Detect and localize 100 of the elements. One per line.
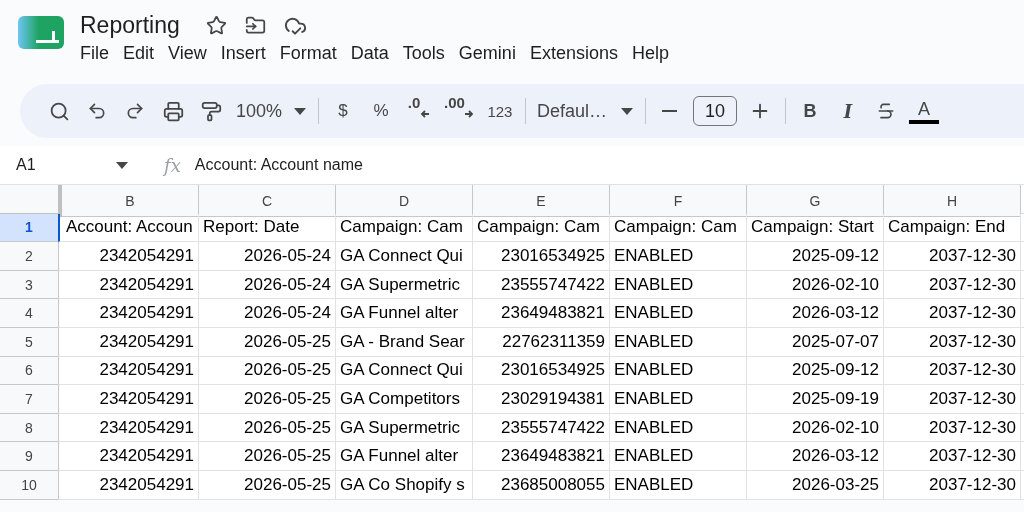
table-cell: 2342054291 bbox=[62, 299, 199, 328]
table-cell: 2026-05-25 bbox=[199, 413, 336, 443]
currency-button[interactable]: $ bbox=[328, 94, 359, 128]
italic-button[interactable]: I bbox=[832, 94, 863, 128]
table-cell: ENABLED bbox=[610, 327, 747, 357]
table-cell: 2025-09-12 bbox=[747, 356, 884, 386]
table-cell: ENABLED bbox=[610, 299, 747, 328]
table-cell: 22762311359 bbox=[473, 327, 610, 357]
printer-icon bbox=[162, 100, 184, 122]
table-cell: 2026-05-24 bbox=[199, 270, 336, 300]
table-cell: ENABLED bbox=[610, 385, 747, 414]
row-header[interactable]: 10 bbox=[0, 470, 58, 500]
table-cell: 2026-05-25 bbox=[199, 327, 336, 357]
table-cell: 2026-03-25 bbox=[747, 470, 884, 500]
header-cell: Campaign: Cam bbox=[473, 213, 610, 243]
table-cell: 2025-09-12 bbox=[747, 242, 884, 271]
minus-icon bbox=[662, 110, 678, 112]
percent-button[interactable]: % bbox=[366, 94, 397, 128]
table-cell: 2037-12-30 bbox=[884, 327, 1021, 357]
row-header[interactable]: 9 bbox=[0, 442, 58, 471]
caret-icon bbox=[294, 107, 307, 115]
table-cell: 2026-03-12 bbox=[747, 299, 884, 328]
text-color-button[interactable]: A bbox=[908, 98, 939, 124]
row-header[interactable]: 6 bbox=[0, 356, 58, 386]
column-header[interactable]: E bbox=[473, 185, 610, 217]
table-cell: 2037-12-30 bbox=[884, 385, 1021, 414]
star-icon[interactable] bbox=[205, 15, 227, 36]
table-cell: ENABLED bbox=[610, 356, 747, 386]
menu-item[interactable]: Help bbox=[624, 41, 676, 66]
undo-icon bbox=[87, 101, 107, 121]
row-header[interactable]: 4 bbox=[0, 299, 58, 328]
function-icon: fx bbox=[164, 154, 181, 176]
table-cell: 23685008055 bbox=[473, 470, 610, 500]
table-cell: GA Funnel alter bbox=[336, 299, 473, 328]
number-format-button[interactable]: 123 bbox=[484, 94, 515, 128]
header-cell: Campaign: Start bbox=[747, 213, 884, 243]
table-cell: 2342054291 bbox=[62, 242, 199, 271]
bold-button[interactable]: B bbox=[794, 94, 825, 128]
table-cell: ENABLED bbox=[610, 413, 747, 443]
header-cell: Campaign: Cam bbox=[336, 213, 473, 243]
name-box[interactable]: A1 bbox=[0, 156, 116, 174]
row-header[interactable]: 3 bbox=[0, 270, 58, 300]
table-cell: 2037-12-30 bbox=[884, 470, 1021, 500]
table-cell: 2026-05-24 bbox=[199, 299, 336, 328]
table-cell: GA Funnel alter bbox=[336, 442, 473, 471]
paint-roller-icon bbox=[200, 100, 222, 122]
folder-icon[interactable] bbox=[244, 15, 266, 36]
formula-field[interactable]: Account: Account name bbox=[194, 156, 363, 174]
table-cell: 2026-05-25 bbox=[199, 385, 336, 414]
menu-item[interactable]: Insert bbox=[213, 41, 273, 66]
name-box-caret-icon bbox=[116, 161, 128, 169]
right-arrow-icon bbox=[464, 110, 475, 118]
search-icon bbox=[48, 100, 70, 122]
column-header[interactable]: H bbox=[884, 185, 1021, 217]
increase-decimals-button[interactable]: .00 bbox=[442, 94, 477, 128]
header-cell: Campaign: Cam bbox=[610, 213, 747, 243]
menu-item[interactable]: Edit bbox=[116, 41, 162, 66]
menu-item[interactable]: View bbox=[161, 41, 214, 66]
header-cell: Account: Accoun bbox=[62, 213, 199, 243]
sheets-logo bbox=[18, 16, 64, 52]
decrease-decimals-button[interactable]: .0 bbox=[404, 94, 435, 128]
column-header[interactable]: G bbox=[747, 185, 884, 217]
table-cell: 2025-07-07 bbox=[747, 327, 884, 357]
menu-item[interactable]: Extensions bbox=[522, 41, 625, 66]
table-cell: 2342054291 bbox=[62, 442, 199, 471]
table-cell: GA Connect Qui bbox=[336, 242, 473, 271]
table-cell: 23016534925 bbox=[473, 356, 610, 386]
table-cell: 2026-03-12 bbox=[747, 442, 884, 471]
table-cell: 23649483821 bbox=[473, 442, 610, 471]
table-cell: 2037-12-30 bbox=[884, 356, 1021, 386]
font-size-field[interactable]: 10 bbox=[692, 96, 737, 126]
menu-item[interactable]: File bbox=[73, 41, 116, 66]
column-header[interactable]: B bbox=[62, 185, 199, 217]
table-cell: 2342054291 bbox=[62, 413, 199, 443]
caret-icon bbox=[620, 107, 633, 115]
column-header[interactable]: F bbox=[610, 185, 747, 217]
table-cell: 2026-05-25 bbox=[199, 356, 336, 386]
font-dropdown[interactable]: Defaul… bbox=[534, 94, 635, 128]
table-cell: 2342054291 bbox=[62, 270, 199, 300]
table-cell: 2342054291 bbox=[62, 470, 199, 500]
column-header[interactable]: C bbox=[199, 185, 336, 217]
row-header[interactable]: 1 bbox=[0, 213, 58, 243]
table-cell: 2037-12-30 bbox=[884, 442, 1021, 471]
row-header[interactable]: 7 bbox=[0, 385, 58, 414]
row-header[interactable]: 8 bbox=[0, 413, 58, 443]
table-cell: GA Connect Qui bbox=[336, 356, 473, 386]
header-cell: Report: Date bbox=[199, 213, 336, 243]
menu-item[interactable]: Data bbox=[343, 41, 396, 66]
menu-item[interactable]: Tools bbox=[395, 41, 452, 66]
row-header[interactable]: 5 bbox=[0, 327, 58, 357]
left-arrow-icon bbox=[420, 110, 431, 118]
menu-item[interactable]: Format bbox=[272, 41, 344, 66]
column-header[interactable]: D bbox=[336, 185, 473, 217]
table-cell: 23029194381 bbox=[473, 385, 610, 414]
table-cell: ENABLED bbox=[610, 442, 747, 471]
menu-item[interactable]: Gemini bbox=[451, 41, 523, 66]
row-header[interactable]: 2 bbox=[0, 242, 58, 271]
document-title[interactable]: Reporting bbox=[80, 12, 180, 39]
zoom-dropdown[interactable]: 100% bbox=[234, 94, 309, 128]
table-cell: 2037-12-30 bbox=[884, 413, 1021, 443]
